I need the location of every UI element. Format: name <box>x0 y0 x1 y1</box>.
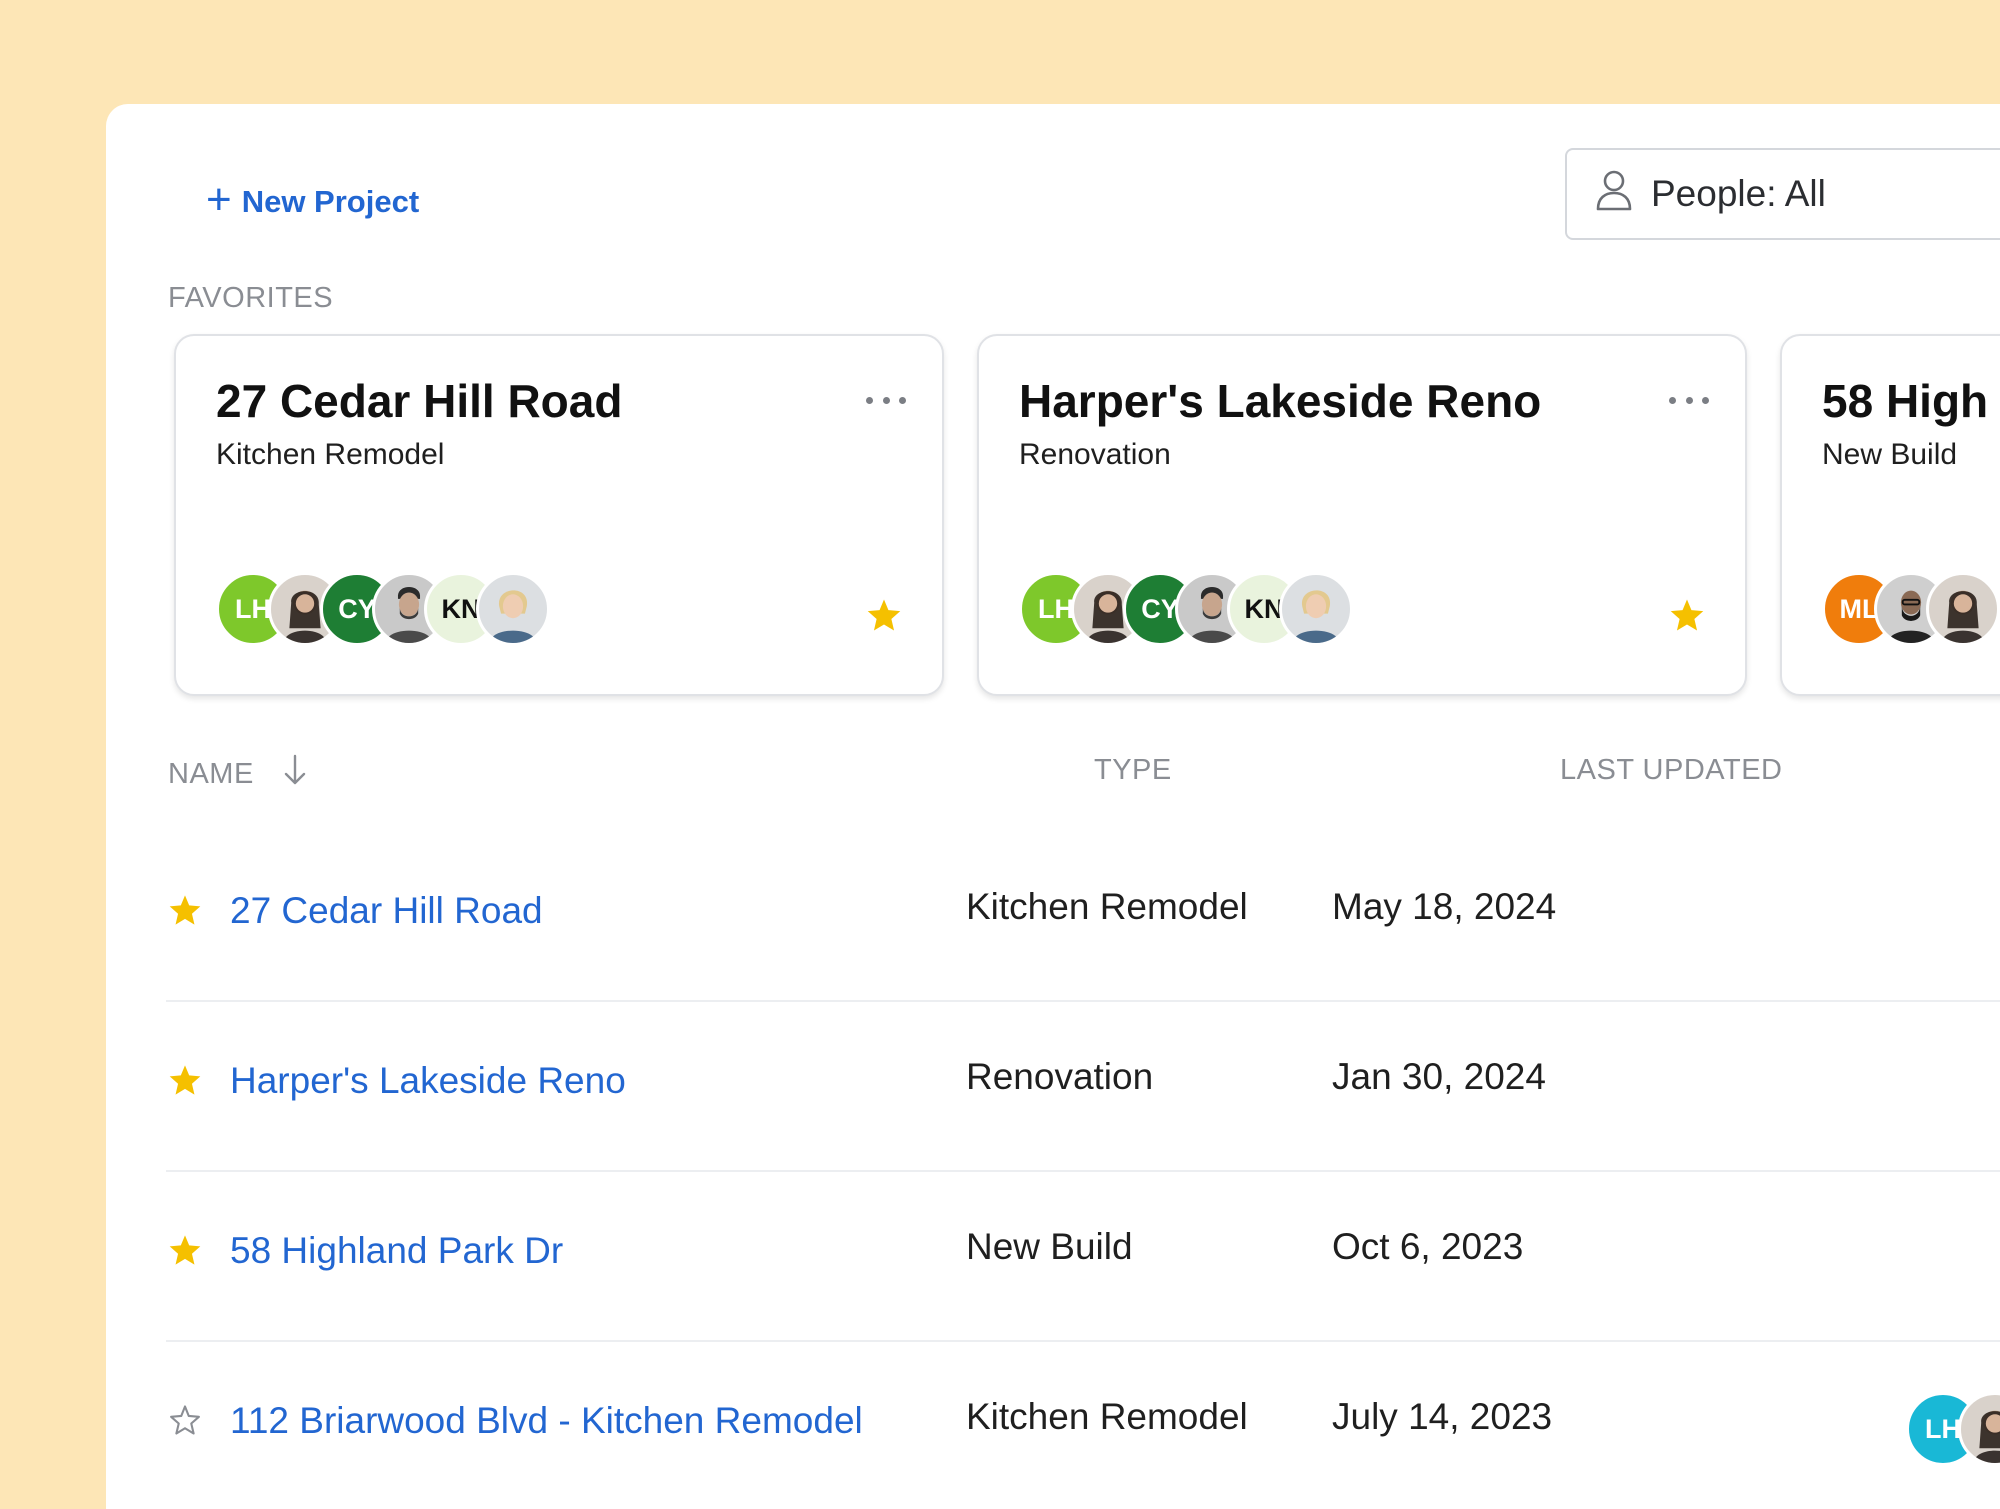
more-horizontal-icon[interactable] <box>1669 392 1709 408</box>
avatar-group: LH CY KN <box>216 572 550 646</box>
star-outline-icon[interactable] <box>168 1404 202 1441</box>
table-row[interactable]: 27 Cedar Hill Road Kitchen Remodel May 1… <box>166 832 2000 1002</box>
card-subtitle: Renovation <box>1019 438 1171 471</box>
table-row[interactable]: 112 Briarwood Blvd - Kitchen Remodel Kit… <box>166 1342 2000 1509</box>
project-type: Renovation <box>966 1056 1154 1097</box>
column-header-name[interactable]: NAME <box>168 754 306 794</box>
project-type: Kitchen Remodel <box>966 886 1248 927</box>
arrow-down-icon[interactable] <box>284 754 306 794</box>
project-type: New Build <box>966 1226 1133 1267</box>
avatar-group: ML <box>1822 572 2000 646</box>
plus-icon: + <box>206 175 232 224</box>
avatar[interactable] <box>476 572 550 646</box>
favorite-card[interactable]: 27 Cedar Hill Road Kitchen Remodel LH CY… <box>174 334 944 696</box>
projects-panel: + New Project People: All FAVORITES 27 C… <box>106 104 2000 1509</box>
project-name-link[interactable]: 112 Briarwood Blvd - Kitchen Remodel <box>230 1400 863 1442</box>
avatar[interactable] <box>1279 572 1353 646</box>
new-project-button[interactable]: + New Project <box>206 174 419 230</box>
card-title: 27 Cedar Hill Road <box>216 375 623 427</box>
star-icon[interactable] <box>1669 598 1705 637</box>
favorites-heading: FAVORITES <box>168 282 334 314</box>
last-updated: Oct 6, 2023 <box>1332 1226 1524 1267</box>
project-type: Kitchen Remodel <box>966 1396 1248 1437</box>
star-icon[interactable] <box>168 894 202 931</box>
star-icon[interactable] <box>866 598 902 637</box>
table-row[interactable]: Harper's Lakeside Reno Renovation Jan 30… <box>166 1002 2000 1172</box>
card-title: Harper's Lakeside Reno <box>1019 375 1542 427</box>
column-header-last-updated[interactable]: LAST UPDATED <box>1560 754 1782 787</box>
favorite-card[interactable]: 58 High New Build ML <box>1780 334 2000 696</box>
project-name-link[interactable]: 27 Cedar Hill Road <box>230 890 543 932</box>
card-title: 58 High <box>1822 375 1989 427</box>
project-name-link[interactable]: 58 Highland Park Dr <box>230 1230 563 1272</box>
avatar[interactable] <box>1926 572 2000 646</box>
people-filter-dropdown[interactable]: People: All <box>1565 148 2000 240</box>
card-subtitle: New Build <box>1822 438 1958 471</box>
star-icon[interactable] <box>168 1234 202 1271</box>
avatar-group: LH <box>1906 1392 2000 1466</box>
new-project-label: New Project <box>241 184 420 219</box>
star-icon[interactable] <box>168 1064 202 1101</box>
people-filter-label: People: All <box>1651 173 1826 214</box>
column-header-type[interactable]: TYPE <box>1094 754 1172 787</box>
more-horizontal-icon[interactable] <box>866 392 906 408</box>
card-subtitle: Kitchen Remodel <box>216 438 445 471</box>
avatar-group: LH CY KN <box>1019 572 1353 646</box>
last-updated: July 14, 2023 <box>1332 1396 1553 1437</box>
favorite-card[interactable]: Harper's Lakeside Reno Renovation LH CY … <box>977 334 1747 696</box>
last-updated: Jan 30, 2024 <box>1332 1056 1546 1097</box>
last-updated: May 18, 2024 <box>1332 886 1557 927</box>
table-row[interactable]: 58 Highland Park Dr New Build Oct 6, 202… <box>166 1172 2000 1342</box>
project-name-link[interactable]: Harper's Lakeside Reno <box>230 1060 626 1102</box>
person-icon <box>1595 168 1633 221</box>
